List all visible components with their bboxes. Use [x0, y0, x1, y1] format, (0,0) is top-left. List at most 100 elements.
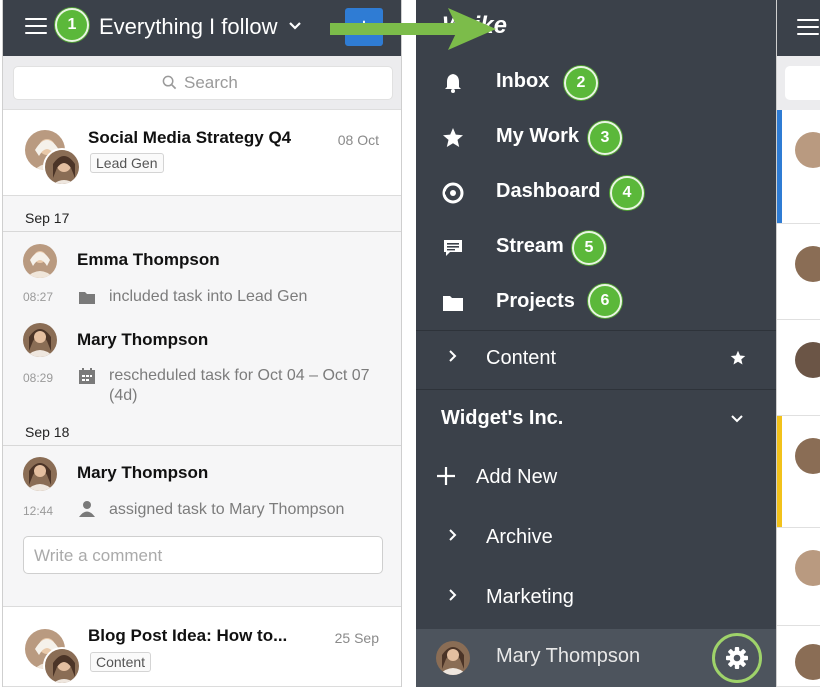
search-icon — [162, 75, 177, 90]
list-item[interactable] — [777, 528, 820, 626]
priority-bar — [777, 416, 782, 527]
comment-field[interactable] — [23, 536, 383, 574]
menu-icon[interactable] — [797, 19, 819, 37]
feed-time: 12:44 — [23, 504, 54, 518]
feed-date-header: Sep 18 — [3, 420, 401, 446]
nav-folder-archive[interactable]: Archive — [416, 510, 776, 568]
avatar — [23, 457, 57, 491]
feed-user-name: Mary Thompson — [77, 330, 209, 349]
nav-item-label: Projects — [496, 290, 575, 312]
chat-icon — [444, 240, 462, 256]
workspace-name: Widget's Inc. — [441, 407, 564, 429]
task-feed-panel: 1 Everything I follow + Soci — [2, 0, 402, 687]
nav-row-content[interactable]: Content — [416, 331, 776, 389]
avatar — [43, 647, 81, 685]
chevron-right-icon[interactable] — [448, 588, 458, 607]
nav-item-dashboard[interactable]: Dashboard 4 — [416, 166, 776, 221]
avatar — [795, 644, 820, 680]
avatar — [23, 244, 57, 278]
folder-icon — [443, 296, 463, 311]
callout-badge-5: 5 — [572, 231, 606, 265]
feed-user-name: Emma Thompson — [77, 250, 220, 269]
account-bar[interactable]: Mary Thompson — [416, 629, 776, 687]
folder-icon — [79, 292, 95, 304]
feed-user-name: Mary Thompson — [77, 463, 209, 482]
nav-folder-label: Archive — [486, 526, 553, 548]
nav-item-my-work[interactable]: My Work 3 — [416, 111, 776, 166]
activity-feed: Sep 17 Emma Thompson 08:27 included task… — [3, 196, 401, 606]
nav-row-label: Content — [486, 347, 557, 369]
task-title[interactable]: Social Media Strategy Q4 — [88, 128, 291, 148]
task-folder-tag[interactable]: Lead Gen — [90, 153, 164, 173]
feed-date-header: Sep 17 — [3, 206, 401, 232]
nav-folder-marketing[interactable]: Marketing — [416, 570, 776, 628]
preview-header — [777, 0, 820, 56]
nav-item-label: Inbox — [496, 70, 550, 92]
task-due-date: 08 Oct — [337, 132, 379, 148]
task-card-social-media[interactable]: Social Media Strategy Q4 08 Oct Lead Gen — [3, 110, 401, 196]
chevron-down-icon[interactable] — [288, 18, 302, 34]
avatar — [43, 148, 81, 186]
avatar — [795, 246, 820, 282]
person-icon — [79, 501, 95, 517]
chevron-right-icon[interactable] — [448, 528, 458, 547]
nav-folder-label: Marketing — [486, 586, 574, 608]
nav-item-label: Stream — [496, 235, 564, 257]
list-item[interactable] — [777, 320, 820, 416]
comment-input[interactable] — [34, 545, 364, 567]
task-due-date: 25 Sep — [334, 630, 379, 646]
divider — [416, 389, 776, 390]
gear-icon — [726, 647, 748, 669]
workspace-header[interactable]: Widget's Inc. — [416, 391, 776, 449]
chevron-down-icon[interactable] — [730, 411, 744, 429]
feed-date-label: Sep 17 — [25, 210, 70, 226]
callout-badge-3: 3 — [588, 121, 622, 155]
plus-icon — [436, 466, 456, 491]
priority-bar — [777, 110, 782, 223]
avatar-pair — [23, 627, 81, 685]
menu-icon[interactable] — [25, 18, 47, 36]
task-folder-tag[interactable]: Content — [90, 652, 152, 672]
preview-search — [777, 56, 820, 110]
feed-activity-text: assigned task to Mary Thompson — [109, 501, 345, 518]
callout-badge-1: 1 — [55, 8, 89, 42]
avatar — [23, 323, 57, 357]
star-icon — [443, 128, 463, 147]
nav-item-stream[interactable]: Stream 5 — [416, 221, 776, 276]
calendar-icon — [79, 368, 95, 384]
avatar — [436, 641, 470, 675]
nav-item-projects[interactable]: Projects 6 — [416, 276, 776, 331]
search-input[interactable] — [184, 71, 364, 95]
nav-item-inbox[interactable]: Inbox 2 — [416, 56, 776, 111]
feed-date-label: Sep 18 — [25, 424, 70, 440]
feed-activity-text: rescheduled task for Oct 04 – Oct 07 (4d… — [109, 367, 370, 404]
settings-button[interactable] — [712, 633, 762, 683]
screenshot-stage: 1 Everything I follow + Soci — [0, 0, 820, 687]
list-item[interactable] — [777, 416, 820, 528]
add-new-label: Add New — [476, 466, 558, 488]
list-item[interactable] — [777, 626, 820, 687]
add-new-button[interactable]: Add New — [416, 450, 776, 508]
feed-activity-text: included task into Lead Gen — [109, 288, 308, 305]
account-name: Mary Thompson — [496, 645, 641, 667]
filter-title[interactable]: Everything I follow — [99, 14, 278, 40]
avatar — [795, 132, 820, 168]
avatar — [795, 342, 820, 378]
list-item[interactable] — [777, 224, 820, 320]
chevron-right-icon[interactable] — [448, 349, 458, 368]
search-field[interactable] — [13, 66, 393, 100]
star-icon[interactable] — [730, 350, 746, 371]
dashboard-icon — [442, 182, 464, 204]
nav-item-label: Dashboard — [496, 180, 601, 202]
search-bar — [3, 56, 401, 110]
avatar — [795, 550, 820, 586]
task-card-blog-post[interactable]: Blog Post Idea: How to... 25 Sep Content — [3, 606, 401, 687]
avatar — [795, 438, 820, 474]
task-title[interactable]: Blog Post Idea: How to... — [88, 626, 287, 646]
avatar-pair — [23, 128, 81, 186]
feed-time: 08:29 — [23, 371, 54, 385]
callout-badge-4: 4 — [610, 176, 644, 210]
callout-badge-6: 6 — [588, 284, 622, 318]
list-item[interactable] — [777, 110, 820, 224]
navigation-drawer: Wrike Inbox 2 My Work 3 Dashboard 4 Stre… — [416, 0, 776, 687]
